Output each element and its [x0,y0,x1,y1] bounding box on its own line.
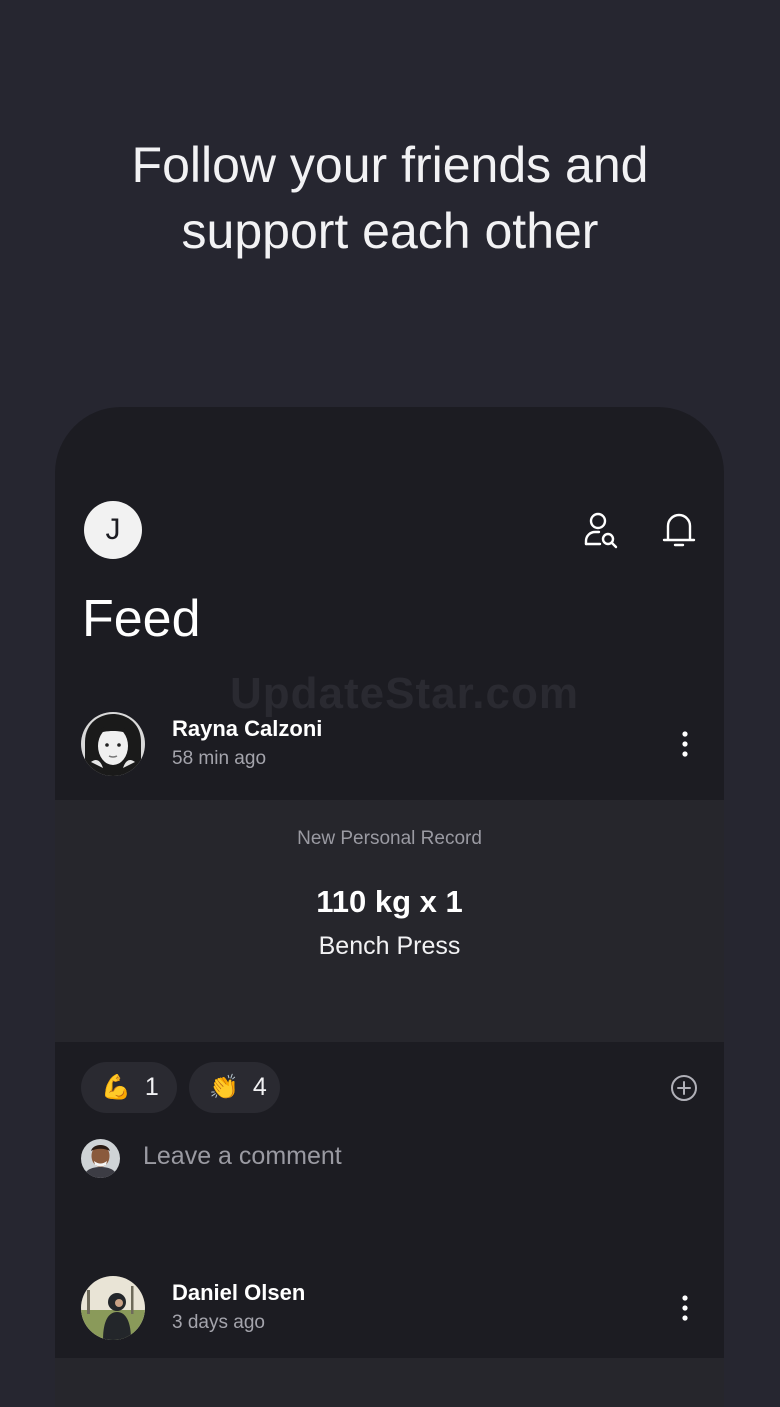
post-options-button[interactable] [667,724,703,764]
avatar [81,1139,120,1178]
record-exercise: Bench Press [318,932,461,960]
notifications-button[interactable] [657,507,701,551]
user-photo-icon [81,1276,145,1340]
find-friends-button[interactable] [579,507,623,551]
hero-line-1: Follow your friends and [131,137,649,193]
add-reaction-button[interactable] [669,1073,699,1103]
user-photo-icon [81,712,145,776]
post-timestamp: 3 days ago [172,1312,265,1333]
reaction-count: 1 [144,1073,159,1101]
more-vertical-icon [682,731,688,757]
hero-line-2: support each other [181,203,599,259]
record-label: New Personal Record [297,828,482,849]
reaction-count: 4 [252,1073,267,1101]
plus-circle-icon [671,1075,697,1101]
hero-headline: Follow your friends and support each oth… [0,132,780,264]
personal-record-card[interactable]: New Personal Record 110 kg x 1 Bench Pre… [55,800,724,1042]
post-timestamp: 58 min ago [172,748,267,769]
user-search-icon [584,512,618,549]
user-photo-icon [81,1139,120,1178]
phone-screen: UpdateStar.com J Feed Rayna Calzoni 58 m… [55,407,724,1407]
post-header: Rayna Calzoni 58 min ago [55,712,724,792]
reaction-clap-button[interactable]: 👏 4 [189,1062,280,1113]
record-value: 110 kg x 1 [316,884,463,919]
bell-icon [662,513,696,547]
post-options-button[interactable] [667,1288,703,1328]
next-post-card[interactable] [55,1358,724,1407]
post-header: Daniel Olsen 3 days ago [55,1276,724,1356]
flexed-biceps-icon: 💪 [101,1073,131,1101]
post-author[interactable]: Daniel Olsen [172,1280,305,1306]
more-vertical-icon [682,1295,688,1321]
comment-input[interactable]: Leave a comment [143,1142,342,1171]
comment-row[interactable]: Leave a comment [81,1139,681,1179]
page-title: Feed [82,590,201,648]
avatar[interactable] [81,1276,145,1340]
clapping-hands-icon: 👏 [209,1073,239,1101]
post-author[interactable]: Rayna Calzoni [172,716,322,742]
reaction-flex-button[interactable]: 💪 1 [81,1062,177,1113]
avatar[interactable] [81,712,145,776]
profile-avatar-button[interactable]: J [84,501,142,559]
